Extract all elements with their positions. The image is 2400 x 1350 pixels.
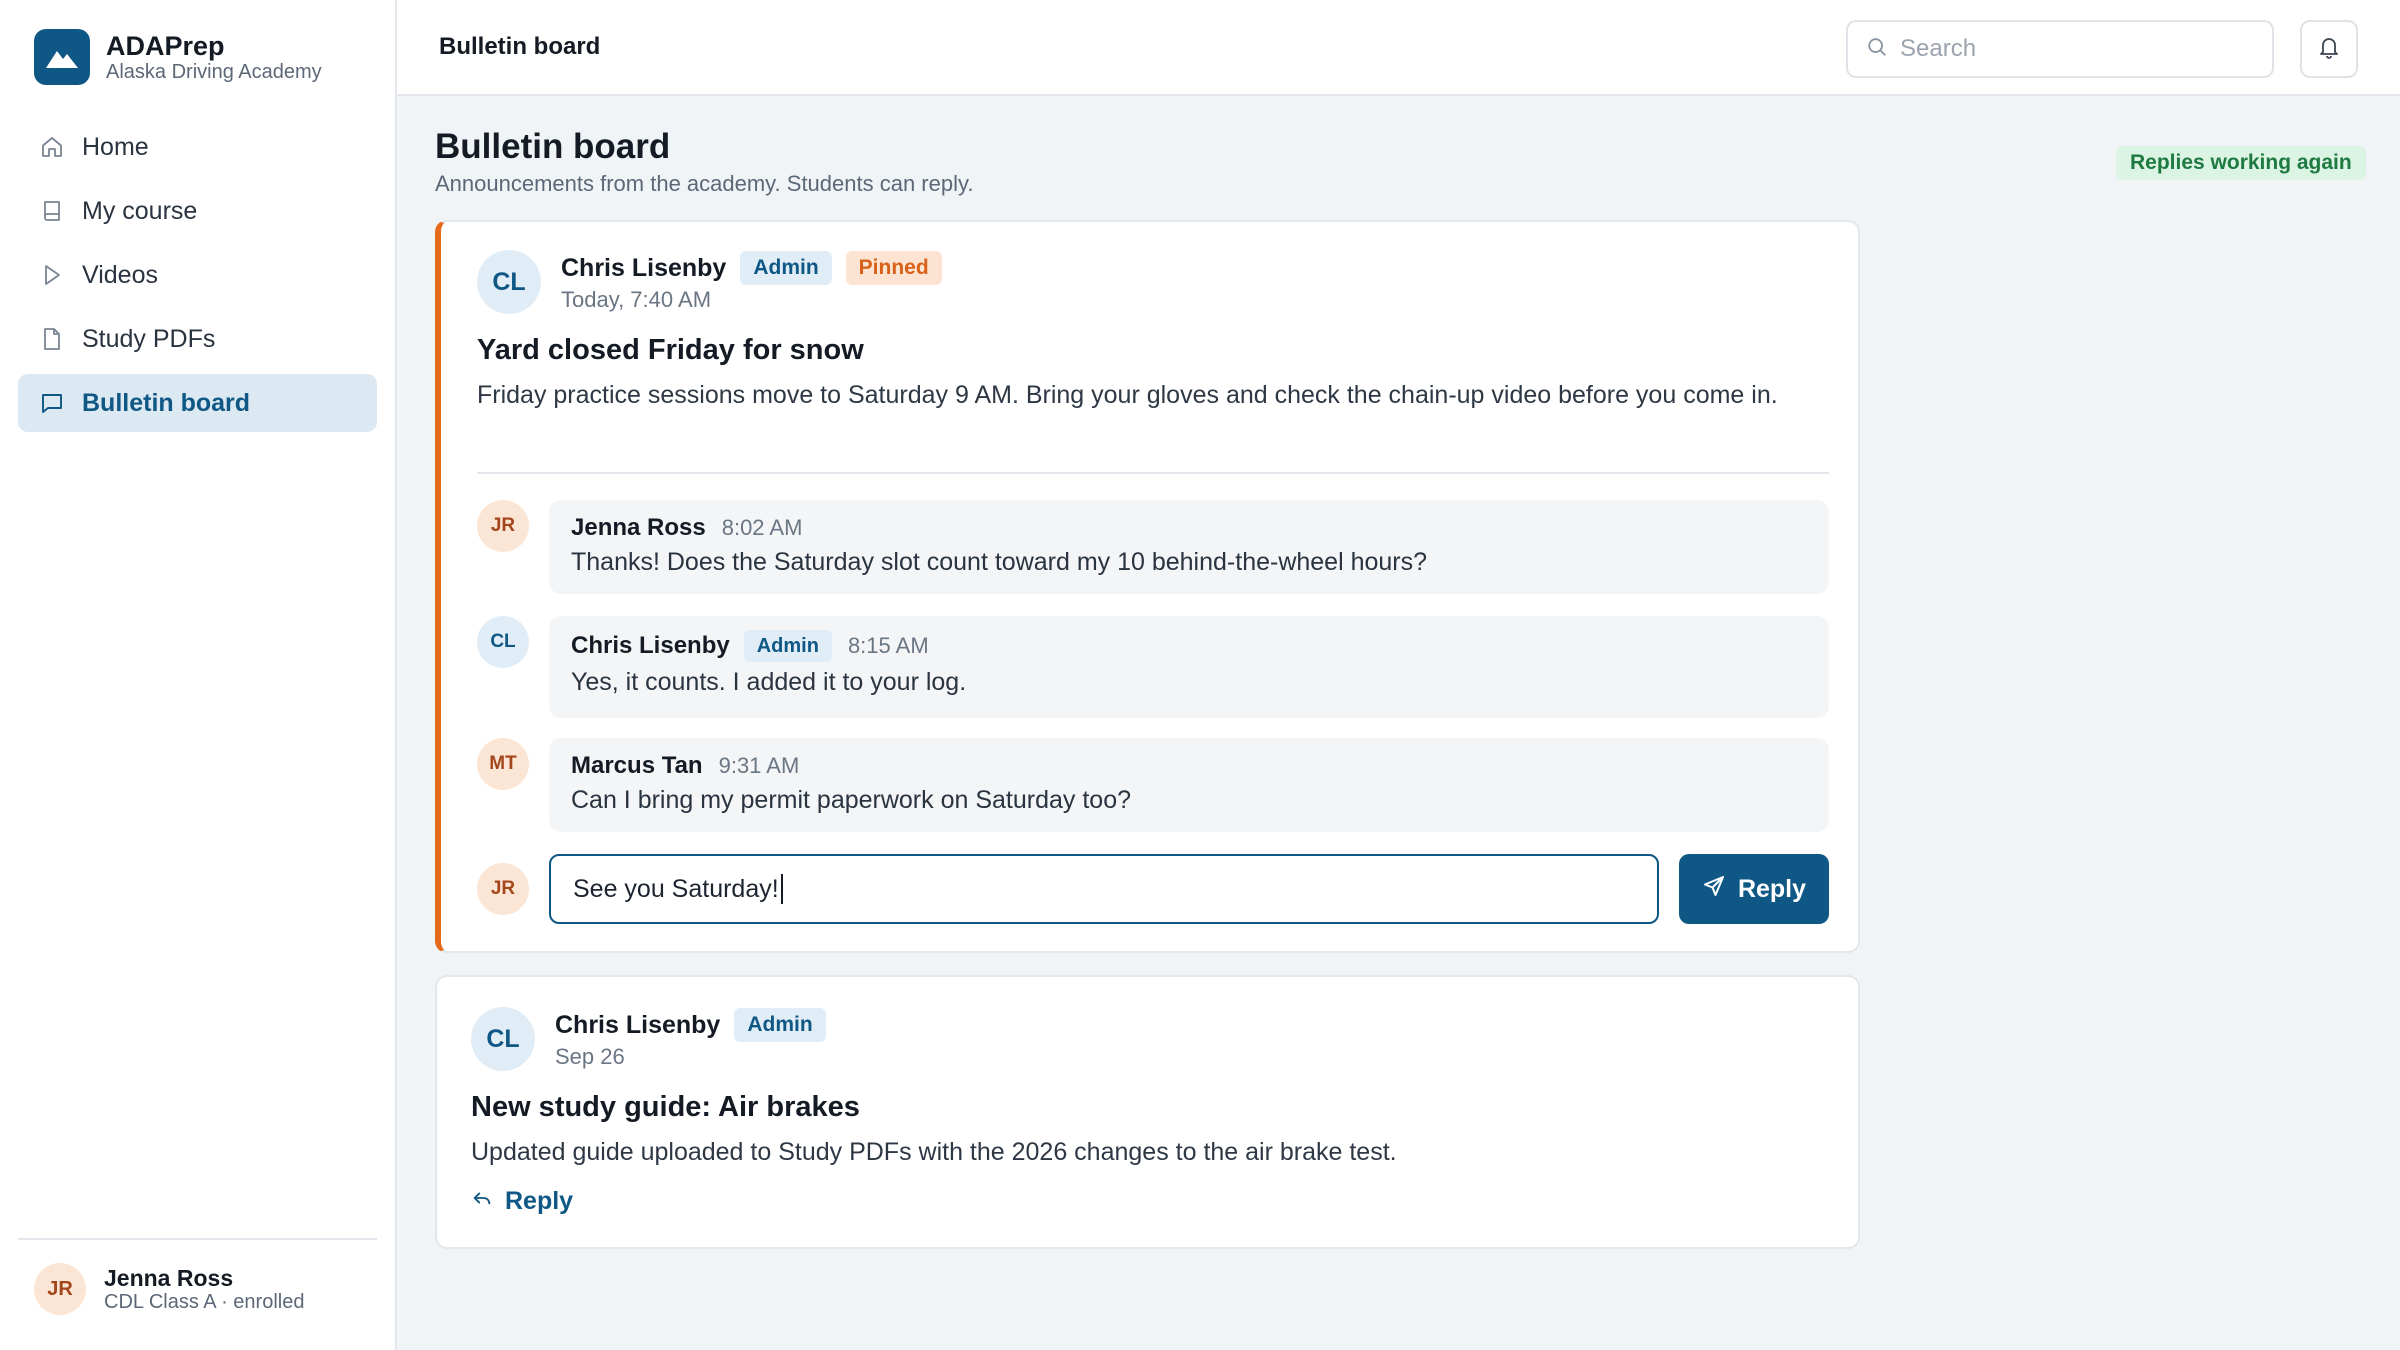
reply-time: 8:15 AM [847, 633, 929, 658]
profile-name: Jenna Ross [104, 1265, 234, 1291]
sidebar-item-label: Bulletin board [82, 388, 251, 417]
avatar: CL [471, 1007, 535, 1071]
post-header: CL Chris Lisenby Admin Sep 26 [471, 1007, 826, 1071]
reply-author: Chris Lisenby [571, 632, 730, 659]
avatar: JR [477, 500, 529, 552]
sidebar-item-videos[interactable]: Videos [18, 246, 377, 304]
reply-input-value: See you Saturday! [573, 874, 779, 903]
pinned-badge: Pinned [845, 251, 942, 285]
search-icon [1866, 36, 1888, 63]
post-title: Yard closed Friday for snow [477, 334, 864, 366]
post-card: CL Chris Lisenby Admin Sep 26 New study … [435, 975, 1860, 1249]
sidebar-nav: Home My course Videos Study PDFs Bulleti… [18, 118, 377, 438]
text-caret [780, 874, 783, 904]
post-body: Updated guide uploaded to Study PDFs wit… [471, 1138, 1397, 1166]
sidebar-item-label: Home [82, 132, 149, 161]
avatar: JR [34, 1263, 86, 1315]
reply-author: Marcus Tan [571, 752, 703, 779]
reply-button[interactable]: Reply [1679, 854, 1829, 924]
post-header: CL Chris Lisenby Admin Pinned Today, 7:4… [477, 250, 942, 314]
book-icon [38, 197, 66, 225]
brand-name: ADAPrep [106, 31, 225, 61]
sidebar-item-label: Videos [82, 260, 158, 289]
brand-subtitle: Alaska Driving Academy [106, 61, 322, 83]
home-icon [38, 133, 66, 161]
reply-bubble: Marcus Tan 9:31 AM Can I bring my permit… [549, 738, 1829, 832]
top-bar: Bulletin board [397, 0, 2400, 96]
reply-button-label: Reply [1737, 874, 1807, 903]
avatar: CL [477, 616, 529, 668]
sidebar-item-label: My course [82, 196, 198, 225]
send-icon [1702, 874, 1726, 905]
reply-link[interactable]: Reply [471, 1187, 573, 1216]
play-icon [38, 261, 66, 289]
search-box[interactable] [1846, 20, 2274, 78]
topbar-title: Bulletin board [439, 33, 601, 60]
post-author: Chris Lisenby [561, 253, 727, 282]
admin-badge: Admin [734, 1008, 826, 1042]
post-title: New study guide: Air brakes [471, 1091, 860, 1123]
post-time: Today, 7:40 AM [561, 287, 712, 312]
post-card-pinned: CL Chris Lisenby Admin Pinned Today, 7:4… [435, 220, 1860, 953]
sidebar-item-my-course[interactable]: My course [18, 182, 377, 240]
message-icon [38, 389, 66, 417]
status-badge: Replies working again [2116, 146, 2366, 180]
reply-input[interactable]: See you Saturday! [549, 854, 1659, 924]
sidebar-item-bulletin-board[interactable]: Bulletin board [18, 374, 377, 432]
reply-text: Can I bring my permit paperwork on Satur… [571, 786, 1131, 814]
mountain-logo-icon [34, 29, 90, 85]
search-input[interactable] [1900, 35, 2260, 63]
avatar: CL [477, 250, 541, 314]
post-time: Sep 26 [555, 1044, 625, 1069]
post-body: Friday practice sessions move to Saturda… [477, 381, 1778, 409]
sidebar-item-home[interactable]: Home [18, 118, 377, 176]
admin-badge: Admin [743, 630, 832, 662]
reply-link-label: Reply [505, 1187, 574, 1215]
notifications-button[interactable] [2300, 20, 2358, 78]
reply-author: Jenna Ross [571, 514, 706, 541]
reply-time: 9:31 AM [718, 753, 800, 778]
reply-bubble: Chris Lisenby Admin 8:15 AM Yes, it coun… [549, 616, 1829, 718]
reply-composer: JR See you Saturday! Reply [477, 854, 1829, 924]
admin-badge: Admin [740, 251, 832, 285]
page-title: Bulletin board [435, 127, 671, 166]
reply-text: Yes, it counts. I added it to your log. [571, 668, 967, 696]
reply-bubble: Jenna Ross 8:02 AM Thanks! Does the Satu… [549, 500, 1829, 594]
profile-subtitle: CDL Class A · enrolled [104, 1291, 305, 1313]
sidebar-divider [18, 1238, 377, 1240]
sidebar: ADAPrep Alaska Driving Academy Home My c… [0, 0, 397, 1350]
sidebar-item-study-pdfs[interactable]: Study PDFs [18, 310, 377, 368]
thread-divider [477, 472, 1829, 474]
bell-icon [2317, 35, 2341, 64]
post-author: Chris Lisenby [555, 1010, 721, 1039]
reply-time: 8:02 AM [721, 515, 803, 540]
user-profile[interactable]: JR Jenna Ross CDL Class A · enrolled [34, 1263, 304, 1315]
page-subtitle: Announcements from the academy. Students… [435, 171, 974, 196]
reply-text: Thanks! Does the Saturday slot count tow… [571, 548, 1428, 576]
brand[interactable]: ADAPrep Alaska Driving Academy [34, 29, 322, 85]
sidebar-item-label: Study PDFs [82, 324, 216, 353]
avatar: JR [477, 863, 529, 915]
file-icon [38, 325, 66, 353]
reply-arrow-icon [471, 1187, 493, 1216]
avatar: MT [477, 738, 529, 790]
